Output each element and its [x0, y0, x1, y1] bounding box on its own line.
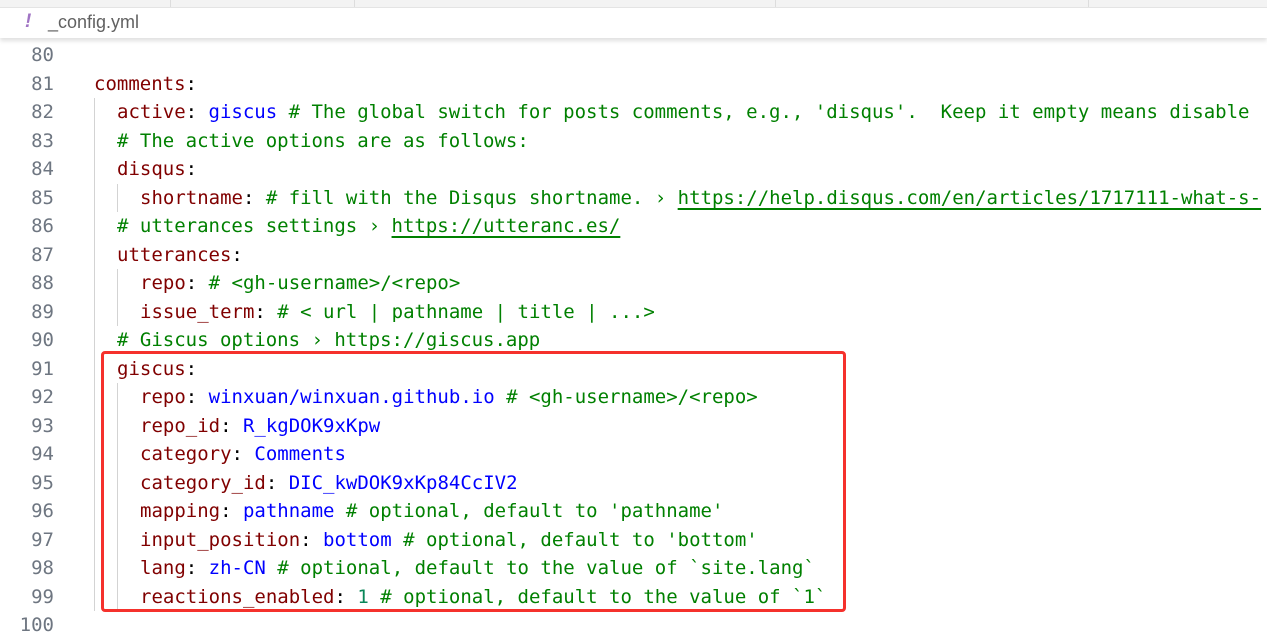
indent-guide — [117, 297, 140, 327]
yaml-key: utterances — [117, 243, 232, 266]
link[interactable]: https://help.disqus.com/en/articles/1717… — [678, 187, 1261, 209]
line-number: 96 — [31, 500, 54, 522]
line-code: utterances: — [94, 240, 243, 270]
line-number: 81 — [31, 72, 54, 95]
line-number: 82 — [31, 101, 54, 123]
punctuation: : — [242, 186, 266, 209]
indent-guide — [94, 126, 117, 156]
line-number: 87 — [31, 243, 54, 266]
editor-tab-bar — [0, 0, 1267, 8]
indent-guide — [94, 183, 117, 213]
code-line[interactable]: 82 active: giscus # The global switch for… — [0, 98, 1267, 127]
punctuation: : — [185, 158, 198, 180]
line-number: 84 — [31, 158, 54, 180]
yaml-key: comments — [94, 72, 186, 95]
punctuation: : — [185, 72, 197, 95]
line-code: disqus: — [94, 155, 197, 184]
line-code: shortname: # fill with the Disqus shortn… — [94, 183, 1261, 213]
breadcrumb-filename[interactable]: _config.yml — [48, 12, 139, 33]
yaml-comment: # < url | pathname | title | ...> — [277, 300, 655, 323]
line-code: repo: # <gh-username>/<repo> — [94, 269, 460, 298]
indent-guide — [94, 212, 117, 241]
yaml-comment: # fill with the Disqus shortname. › — [265, 186, 678, 209]
yaml-key: active — [117, 101, 186, 123]
yaml-comment: # The active options are as follows: — [117, 129, 529, 152]
breadcrumb: ! _config.yml — [0, 8, 1267, 38]
line-number: 94 — [31, 443, 54, 465]
indent-guide — [117, 269, 140, 298]
code-line[interactable]: 85 shortname: # fill with the Disqus shor… — [0, 183, 1267, 213]
yaml-key: repo — [140, 272, 186, 294]
code-line[interactable]: 84 disqus: — [0, 155, 1267, 184]
line-number: 89 — [31, 300, 54, 323]
yaml-file-icon: ! — [25, 11, 32, 32]
line-number: 85 — [31, 186, 54, 209]
line-number: 83 — [31, 129, 54, 152]
yaml-key: shortname — [140, 186, 243, 209]
line-number: 86 — [31, 215, 54, 237]
punctuation: : — [254, 300, 278, 323]
indent-guide — [117, 183, 140, 213]
line-number: 97 — [31, 528, 54, 551]
link[interactable]: https://utteranc.es/ — [392, 215, 621, 237]
yaml-comment: # <gh-username>/<repo> — [208, 272, 461, 294]
yaml-comment: # utterances settings › — [117, 215, 392, 237]
line-number: 99 — [31, 585, 54, 608]
code-line[interactable]: 83 # The active options are as follows: — [0, 126, 1267, 156]
code-line[interactable]: 81 comments: — [0, 70, 1267, 99]
yaml-comment: # Giscus options › https://giscus.app — [117, 329, 541, 351]
line-number: 80 — [31, 44, 54, 66]
code-line[interactable]: 89 issue_term: # < url | pathname | title… — [0, 297, 1267, 327]
line-number: 88 — [31, 272, 54, 294]
punctuation: : — [185, 272, 209, 294]
tab-divider — [170, 0, 171, 7]
code-line[interactable]: 88 repo: # <gh-username>/<repo> — [0, 269, 1267, 298]
yaml-key: issue_term — [140, 300, 255, 323]
indent-guide — [94, 240, 117, 270]
yaml-value: giscus — [208, 101, 278, 123]
line-number: 92 — [31, 386, 54, 408]
highlight-box — [101, 351, 846, 612]
code-line[interactable]: 80 — [0, 41, 1267, 70]
punctuation: : — [231, 243, 243, 266]
tab-divider — [1088, 0, 1089, 7]
line-number: 100 — [19, 614, 54, 636]
line-code: active: giscus # The global switch for p… — [94, 98, 1249, 127]
code-line[interactable]: 100 — [0, 611, 1267, 640]
code-line[interactable]: 87 utterances: — [0, 240, 1267, 270]
line-code: issue_term: # < url | pathname | title |… — [94, 297, 655, 327]
indent-guide — [94, 98, 117, 127]
line-number: 93 — [31, 414, 54, 437]
tab-divider — [354, 0, 355, 7]
punctuation: : — [185, 101, 209, 123]
yaml-key: disqus — [117, 158, 186, 180]
code-line[interactable]: 86 # utterances settings › https://uttera… — [0, 212, 1267, 241]
indent-guide — [94, 297, 117, 327]
line-code: # utterances settings › https://utteranc… — [94, 212, 620, 241]
line-number: 90 — [31, 329, 54, 351]
indent-guide — [94, 155, 117, 184]
line-number: 98 — [31, 557, 54, 579]
line-number: 91 — [31, 357, 54, 380]
line-code: # The active options are as follows: — [94, 126, 529, 156]
line-code: comments: — [94, 70, 197, 99]
indent-guide — [94, 269, 117, 298]
tab-divider — [775, 0, 776, 7]
line-number: 95 — [31, 471, 54, 494]
yaml-comment: # The global switch for posts comments, … — [277, 101, 1250, 123]
